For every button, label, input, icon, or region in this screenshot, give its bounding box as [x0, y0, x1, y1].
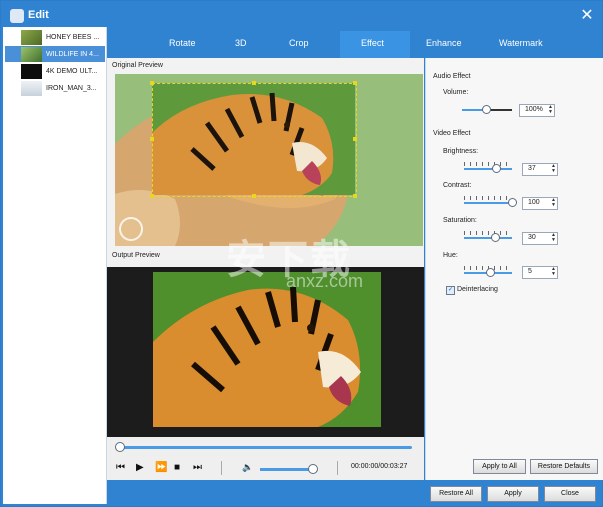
spin-arrows-icon[interactable]: ▲ ▼: [551, 198, 556, 208]
spin-arrows-icon[interactable]: ▲ ▼: [551, 233, 556, 243]
restore-defaults-button[interactable]: Restore Defaults: [530, 459, 598, 474]
tab-3d[interactable]: 3D: [235, 38, 247, 48]
crop-handle[interactable]: [150, 194, 154, 198]
speaker-icon[interactable]: 🔈: [242, 462, 253, 473]
contrast-handle[interactable]: [508, 198, 517, 207]
spin-arrows-icon[interactable]: ▲ ▼: [551, 164, 556, 174]
video-thumbnail: [21, 63, 42, 79]
window-title: Edit: [28, 9, 49, 21]
output-image: [153, 272, 381, 427]
tiger-image-output: [153, 272, 381, 427]
audio-volume-value: 100%: [525, 106, 543, 113]
close-button[interactable]: Close: [544, 486, 596, 502]
apply-button[interactable]: Apply: [487, 486, 539, 502]
tab-effect-label: Effect: [361, 38, 384, 48]
hue-value: 5: [528, 268, 532, 275]
file-item-iron-man[interactable]: IRON_MAN_3...: [5, 80, 105, 96]
file-name: 4K DEMO ULT...: [46, 67, 98, 75]
video-effect-heading: Video Effect: [433, 130, 471, 137]
skip-forward-icon[interactable]: ⏭: [193, 462, 202, 473]
hue-label: Hue:: [443, 252, 458, 259]
saturation-label: Saturation:: [443, 217, 477, 224]
tick-marks: [464, 231, 512, 235]
output-preview-label: Output Preview: [112, 252, 160, 259]
tick-marks: [464, 162, 512, 166]
file-name: WILDLIFE IN 4...: [46, 50, 99, 58]
video-thumbnail: [21, 29, 42, 45]
divider: [221, 461, 222, 475]
brightness-value: 37: [528, 165, 536, 172]
seek-bar[interactable]: [116, 446, 412, 449]
saturation-value: 30: [528, 234, 536, 241]
video-thumbnail: [21, 46, 42, 62]
brightness-handle[interactable]: [492, 164, 501, 173]
brightness-slider[interactable]: [464, 168, 512, 170]
tab-effect[interactable]: Effect: [340, 31, 410, 58]
audio-volume-spinbox[interactable]: 100% ▲ ▼: [519, 104, 555, 117]
crop-handle[interactable]: [353, 194, 357, 198]
file-list: HONEY BEES ... WILDLIFE IN 4... 4K DEMO …: [3, 27, 107, 504]
tick-marks: [464, 196, 512, 200]
spin-arrows-icon[interactable]: ▲ ▼: [548, 105, 553, 115]
brightness-label: Brightness:: [443, 148, 479, 155]
app-icon: [10, 9, 24, 23]
spin-arrows-icon[interactable]: ▲ ▼: [551, 267, 556, 277]
output-preview: [107, 267, 424, 437]
saturation-slider[interactable]: [464, 237, 512, 239]
contrast-value: 100: [528, 199, 540, 206]
apply-to-all-button[interactable]: Apply to All: [473, 459, 526, 474]
contrast-label: Contrast:: [443, 182, 472, 189]
aperture-icon: [119, 217, 143, 241]
crop-handle[interactable]: [252, 194, 256, 198]
crop-handle[interactable]: [150, 137, 154, 141]
crop-handle[interactable]: [353, 81, 357, 85]
tab-crop[interactable]: Crop: [289, 38, 309, 48]
tab-watermark[interactable]: Watermark: [499, 38, 543, 48]
tab-rotate[interactable]: Rotate: [169, 38, 196, 48]
fast-forward-icon[interactable]: ⏩: [155, 462, 167, 473]
hue-spinbox[interactable]: 5 ▲ ▼: [522, 266, 558, 279]
stop-icon[interactable]: ■: [174, 462, 180, 473]
restore-all-button[interactable]: Restore All: [430, 486, 482, 502]
crop-handle[interactable]: [353, 137, 357, 141]
timecode: 00:00:00/00:03:27: [351, 463, 408, 470]
tab-enhance[interactable]: Enhance: [426, 38, 462, 48]
video-thumbnail: [21, 80, 42, 96]
brightness-spinbox[interactable]: 37 ▲ ▼: [522, 163, 558, 176]
deinterlacing-label: Deinterlacing: [457, 286, 498, 293]
saturation-spinbox[interactable]: 30 ▲ ▼: [522, 232, 558, 245]
file-item-4k-demo[interactable]: 4K DEMO ULT...: [5, 63, 105, 79]
effect-settings-panel: Audio Effect Volume: 100% ▲ ▼ Video Effec…: [425, 58, 603, 480]
play-icon[interactable]: ▶: [136, 462, 144, 473]
crop-handle[interactable]: [150, 81, 154, 85]
close-icon[interactable]: ✕: [577, 6, 597, 26]
watermark-subtext: anxz.com: [286, 271, 364, 291]
tab-bar: Rotate 3D Crop Effect Enhance Watermark: [107, 31, 602, 58]
divider: [337, 461, 338, 475]
file-name: HONEY BEES ...: [46, 33, 100, 41]
file-item-honey-bees[interactable]: HONEY BEES ...: [5, 29, 105, 45]
edit-window: Edit ✕ HONEY BEES ... WILDLIFE IN 4... 4…: [0, 0, 603, 507]
playback-controls: ⏮ ▶ ⏩ ■ ⏭ 🔈 00:00:00/00:03:27: [107, 437, 424, 480]
saturation-handle[interactable]: [491, 233, 500, 242]
crop-handle[interactable]: [252, 81, 256, 85]
audio-effect-heading: Audio Effect: [433, 73, 471, 80]
volume-label: Volume:: [443, 89, 469, 96]
skip-back-icon[interactable]: ⏮: [116, 462, 125, 473]
audio-volume-handle[interactable]: [482, 105, 491, 114]
hue-handle[interactable]: [486, 268, 495, 277]
original-preview: [115, 74, 423, 246]
deinterlacing-checkbox[interactable]: ✓: [446, 286, 455, 295]
seek-handle[interactable]: [115, 442, 125, 452]
footer-bar: Restore All Apply Close: [107, 480, 602, 506]
contrast-spinbox[interactable]: 100 ▲ ▼: [522, 197, 558, 210]
original-preview-label: Original Preview: [112, 62, 163, 69]
volume-slider[interactable]: [260, 468, 312, 471]
crop-frame[interactable]: [152, 83, 357, 197]
volume-handle[interactable]: [308, 464, 318, 474]
file-name: IRON_MAN_3...: [46, 84, 97, 92]
contrast-slider[interactable]: [464, 202, 512, 204]
file-item-wildlife[interactable]: WILDLIFE IN 4...: [5, 46, 105, 62]
